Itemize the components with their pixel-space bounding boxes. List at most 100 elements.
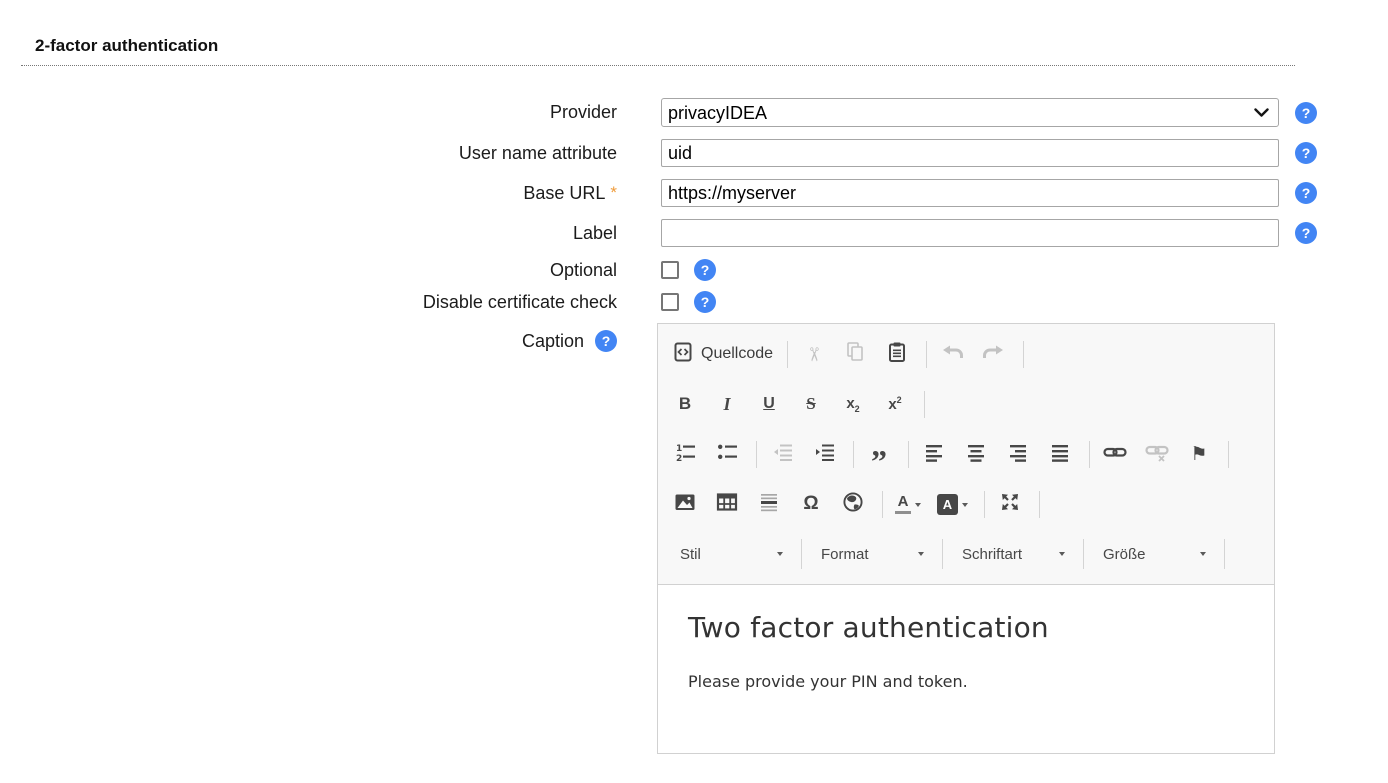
blockquote-icon: ” (871, 456, 887, 466)
strikethrough-icon: S (806, 394, 815, 414)
base-url-row: Base URL * ? (0, 179, 1388, 207)
redo-button (981, 341, 1007, 367)
anchor-flag-icon: ⚑ (1190, 443, 1207, 466)
provider-select[interactable]: privacyIDEA (661, 98, 1279, 127)
disable-cert-help-icon[interactable]: ? (694, 291, 716, 313)
editor-content-paragraph: Please provide your PIN and token. (688, 672, 1244, 691)
align-left-button[interactable] (921, 441, 947, 467)
paste-clipboard-icon (886, 341, 908, 368)
provider-row: Provider privacyIDEA ? (0, 98, 1388, 127)
indent-button[interactable] (811, 441, 837, 467)
chevron-down-icon (1059, 552, 1065, 556)
label-input[interactable] (661, 219, 1279, 247)
horizontal-rule-button[interactable] (756, 491, 782, 517)
justify-button[interactable] (1047, 441, 1073, 467)
align-center-button[interactable] (963, 441, 989, 467)
provider-label: Provider (0, 102, 617, 123)
username-attribute-input[interactable] (661, 139, 1279, 167)
base-url-help-icon[interactable]: ? (1295, 182, 1317, 204)
editor-content-heading: Two factor authentication (688, 611, 1244, 644)
richtext-editor: Quellcode ✂ (657, 323, 1275, 754)
chevron-down-icon (962, 503, 968, 507)
indent-icon (814, 442, 835, 467)
bold-icon: B (679, 394, 691, 414)
caption-help-icon[interactable]: ? (595, 330, 617, 352)
username-attribute-help-icon[interactable]: ? (1295, 142, 1317, 164)
format-combo[interactable]: Format (813, 540, 931, 568)
style-combo-label: Stil (680, 546, 701, 563)
undo-arrow-icon (941, 342, 963, 367)
source-button[interactable]: Quellcode (672, 341, 773, 368)
text-color-button[interactable]: A (895, 494, 921, 514)
source-code-icon (672, 341, 694, 368)
anchor-button[interactable]: ⚑ (1186, 441, 1212, 467)
align-right-button[interactable] (1005, 441, 1031, 467)
outdent-button (769, 441, 795, 467)
table-icon (716, 492, 738, 517)
subscript-icon: x2 (846, 395, 859, 414)
image-icon (674, 492, 696, 517)
italic-icon: I (723, 394, 730, 415)
superscript-button[interactable]: x2 (882, 391, 908, 417)
iframe-button[interactable] (840, 491, 866, 517)
unlink-button (1144, 441, 1170, 467)
size-combo[interactable]: Größe (1095, 540, 1213, 568)
align-right-icon (1008, 442, 1028, 467)
font-combo[interactable]: Schriftart (954, 540, 1072, 568)
label-help-icon[interactable]: ? (1295, 222, 1317, 244)
underline-button[interactable]: U (756, 391, 782, 417)
editor-content-area[interactable]: Two factor authentication Please provide… (658, 585, 1274, 753)
maximize-icon (999, 491, 1021, 518)
font-combo-label: Schriftart (962, 546, 1022, 563)
bold-button[interactable]: B (672, 391, 698, 417)
globe-icon (842, 491, 864, 518)
align-left-icon (924, 442, 944, 467)
maximize-button[interactable] (997, 491, 1023, 517)
image-button[interactable] (672, 491, 698, 517)
underline-icon: U (763, 395, 775, 413)
bulleted-list-button[interactable] (714, 441, 740, 467)
two-factor-form: Provider privacyIDEA ? User name attribu… (0, 98, 1388, 754)
editor-toolbar: Quellcode ✂ (658, 324, 1274, 585)
label-field-label: Label (0, 223, 617, 244)
omega-icon: Ω (803, 493, 818, 515)
superscript-icon: x2 (888, 395, 901, 413)
provider-help-icon[interactable]: ? (1295, 102, 1317, 124)
background-color-button[interactable]: A (937, 494, 968, 515)
svg-text:1: 1 (676, 444, 682, 454)
size-combo-label: Größe (1103, 546, 1146, 563)
disable-cert-row: Disable certificate check ? (0, 291, 1388, 313)
numbered-list-button[interactable]: 12 (672, 441, 698, 467)
base-url-input[interactable] (661, 179, 1279, 207)
undo-button (939, 341, 965, 367)
horizontal-rule-icon (759, 492, 779, 517)
bulleted-list-icon (717, 442, 738, 467)
style-combo[interactable]: Stil (672, 540, 790, 568)
justify-icon (1050, 442, 1070, 467)
required-marker: * (610, 183, 617, 203)
disable-cert-checkbox[interactable] (661, 293, 679, 311)
chevron-down-icon (1200, 552, 1206, 556)
blockquote-button[interactable]: ” (866, 441, 892, 467)
redo-arrow-icon (983, 342, 1005, 367)
italic-button[interactable]: I (714, 391, 740, 417)
section-header: 2-factor authentication (21, 36, 1295, 66)
optional-help-icon[interactable]: ? (694, 259, 716, 281)
caption-label: Caption (522, 331, 584, 352)
username-attribute-row: User name attribute ? (0, 139, 1388, 167)
table-button[interactable] (714, 491, 740, 517)
chevron-down-icon (918, 552, 924, 556)
cut-button: ✂ (800, 341, 826, 367)
username-attribute-label: User name attribute (0, 143, 617, 164)
copy-button (842, 341, 868, 367)
subscript-button[interactable]: x2 (840, 391, 866, 417)
optional-row: Optional ? (0, 259, 1388, 281)
base-url-label: Base URL (523, 183, 605, 204)
optional-checkbox[interactable] (661, 261, 679, 279)
numbered-list-icon: 12 (675, 442, 696, 467)
align-center-icon (966, 442, 986, 467)
strikethrough-button[interactable]: S (798, 391, 824, 417)
special-character-button[interactable]: Ω (798, 491, 824, 517)
link-button[interactable] (1102, 441, 1128, 467)
paste-button[interactable] (884, 341, 910, 367)
